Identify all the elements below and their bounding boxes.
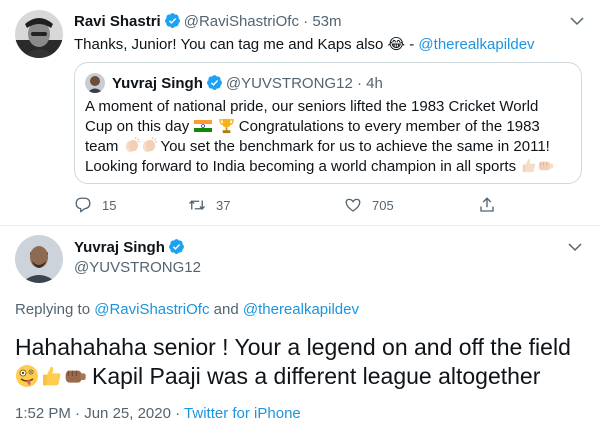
zany-face-emoji xyxy=(16,365,38,387)
quoted-display-name: Yuvraj Singh xyxy=(112,75,203,92)
tweet-divider xyxy=(0,225,600,226)
verified-badge-icon xyxy=(164,13,180,28)
quoted-line-4-text: Looking forward to India becoming a worl… xyxy=(85,158,517,175)
quoted-line-3-end: You set the benchmark for us to achieve … xyxy=(160,138,550,155)
main-tweet-line-2-row: Kapil Paaji was a different league altog… xyxy=(15,362,590,391)
reply-tweet-body: Thanks, Junior! You can tag me and Kaps … xyxy=(74,36,384,53)
retweet-icon xyxy=(189,200,205,210)
like-button[interactable]: 705 xyxy=(344,193,394,217)
quoted-line-4: Looking forward to India becoming a worl… xyxy=(85,157,575,177)
mention-therealkapildev[interactable]: @therealkapildev xyxy=(243,301,359,318)
reply-tweet-dash: - xyxy=(405,36,419,53)
reply-tweet[interactable]: Ravi Shastri @RaviShastriOfc · 53m Thanks… xyxy=(0,0,600,225)
main-tweet-line-2: Kapil Paaji was a different league altog… xyxy=(92,363,541,389)
thumbs-up-emoji xyxy=(43,366,61,386)
reply-tweet-time[interactable]: 53m xyxy=(312,13,341,30)
verified-badge-icon xyxy=(168,239,184,254)
ravi-shastri-avatar[interactable] xyxy=(15,10,63,58)
trophy-emoji xyxy=(218,118,234,134)
quoted-line-3: team You set the benchmark for us to ach… xyxy=(85,137,575,157)
quoted-handle: @YUVSTRONG12 xyxy=(225,75,353,92)
reply-count: 15 xyxy=(102,197,117,213)
quoted-tweet-card[interactable]: Yuvraj Singh @YUVSTRONG12 · 4h A moment o… xyxy=(74,62,582,184)
caret-down-icon[interactable] xyxy=(568,12,586,30)
reply-button[interactable]: 15 xyxy=(74,193,116,217)
like-count: 705 xyxy=(372,197,394,213)
caret-down-icon[interactable] xyxy=(566,238,584,256)
fist-bump-emoji xyxy=(539,161,554,171)
tweet-date[interactable]: Jun 25, 2020 xyxy=(84,405,171,422)
meta-separator-1: · xyxy=(75,405,81,422)
retweet-button[interactable]: 37 xyxy=(188,193,230,217)
mention-ravishastriofc[interactable]: @RaviShastriOfc xyxy=(94,301,209,318)
main-tweet-name-row: Yuvraj Singh xyxy=(74,238,188,258)
replying-to: Replying to @RaviShastriOfc and @thereal… xyxy=(15,300,359,320)
quoted-line-1: A moment of national pride, our seniors … xyxy=(85,98,539,115)
yuvraj-singh-avatar[interactable] xyxy=(15,235,63,283)
reply-tweet-text: Thanks, Junior! You can tag me and Kaps … xyxy=(74,34,535,55)
verified-badge-icon xyxy=(206,75,222,90)
main-tweet-line-1: Hahahahaha senior ! Your a legend on and… xyxy=(15,334,571,360)
main-tweet-meta: 1:52 PM · Jun 25, 2020 · Twitter for iPh… xyxy=(15,404,301,424)
ravi-shastri-handle[interactable]: @RaviShastriOfc xyxy=(184,13,299,30)
fist-bump-emoji xyxy=(65,370,86,383)
tweet-thread: Ravi Shastri @RaviShastriOfc · 53m Thanks… xyxy=(0,0,600,436)
reply-icon xyxy=(75,197,91,213)
reply-tweet-header: Ravi Shastri @RaviShastriOfc · 53m xyxy=(74,12,342,32)
quoted-line-2-end: Congratulations to every member of the 1… xyxy=(238,118,540,135)
clap-emoji xyxy=(142,137,157,153)
retweet-count: 37 xyxy=(216,197,231,213)
laughing-tears-emoji: 😂 xyxy=(387,35,406,53)
india-flag-emoji xyxy=(194,120,213,132)
mention-therealkapildev[interactable]: @therealkapildev xyxy=(418,36,534,53)
clap-emoji xyxy=(125,137,140,153)
header-separator: · xyxy=(303,13,309,30)
thumbs-up-emoji xyxy=(523,158,536,173)
quoted-tweet-header: Yuvraj Singh @YUVSTRONG12 · 4h xyxy=(112,74,383,94)
share-icon xyxy=(480,197,494,212)
quoted-line-2: Cup on this day Congratulations to every… xyxy=(85,117,575,137)
reply-tweet-actions: 15 37 705 xyxy=(74,193,504,217)
quoted-line-2-start: Cup on this day xyxy=(85,118,190,135)
replying-prefix: Replying to xyxy=(15,301,91,318)
yuvraj-singh-handle[interactable]: @YUVSTRONG12 xyxy=(74,258,201,278)
main-tweet-text: Hahahahaha senior ! Your a legend on and… xyxy=(15,333,590,391)
tweet-time[interactable]: 1:52 PM xyxy=(15,405,71,422)
quoted-avatar xyxy=(85,73,105,93)
tweet-source[interactable]: Twitter for iPhone xyxy=(184,405,301,422)
like-icon xyxy=(345,198,361,212)
ravi-shastri-display-name[interactable]: Ravi Shastri xyxy=(74,13,161,30)
share-button[interactable] xyxy=(478,193,506,217)
yuvraj-singh-display-name[interactable]: Yuvraj Singh xyxy=(74,239,165,256)
quoted-line-3-start: team xyxy=(85,138,119,155)
quoted-separator: · xyxy=(356,75,362,92)
replying-and: and xyxy=(213,301,239,318)
quoted-tweet-text: A moment of national pride, our seniors … xyxy=(85,97,575,177)
meta-separator-2: · xyxy=(175,405,181,422)
quoted-time: 4h xyxy=(366,75,383,92)
